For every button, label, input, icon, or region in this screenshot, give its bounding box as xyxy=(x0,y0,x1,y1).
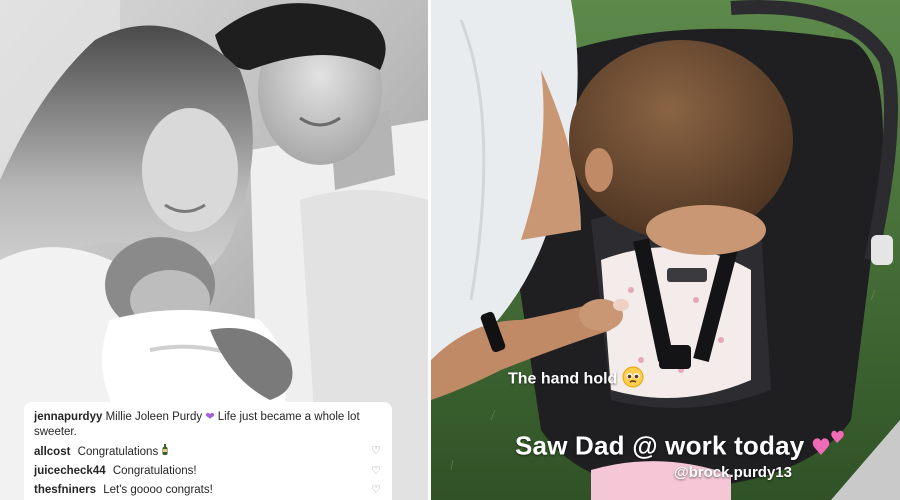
comment-row: thesfniners Let's goooo congrats! ♡ xyxy=(34,483,382,498)
comment-text: Congratulations xyxy=(77,446,159,458)
two-hearts-icon xyxy=(812,428,846,467)
mention-tag[interactable]: @brock.purdy13 xyxy=(674,464,792,481)
heart-outline-icon[interactable]: ♡ xyxy=(370,483,382,498)
comment-row: allcost Congratulations ♡ xyxy=(34,444,382,460)
comment-first-text: jennapurdyy Millie Joleen Purdy ❤ Life j… xyxy=(34,410,382,440)
right-story-panel xyxy=(431,0,900,500)
purple-heart-icon: ❤ xyxy=(205,411,215,423)
story-caption-work: Saw Dad @ work today xyxy=(515,428,846,467)
comment-card: jennapurdyy Millie Joleen Purdy ❤ Life j… xyxy=(24,402,392,500)
comment-row: juicecheck44 Congratulations! ♡ xyxy=(34,464,382,479)
story-caption-hand-hold: The hand hold xyxy=(508,366,644,393)
comment-first-message: Millie Joleen Purdy xyxy=(105,411,203,423)
bottle-icon xyxy=(161,444,169,458)
caption-text: Saw Dad @ work today xyxy=(515,430,805,461)
comment-user[interactable]: allcost xyxy=(34,446,70,458)
comment-user[interactable]: thesfniners xyxy=(34,484,96,496)
heart-outline-icon[interactable]: ♡ xyxy=(370,444,382,459)
comment-first: jennapurdyy Millie Joleen Purdy ❤ Life j… xyxy=(34,410,382,440)
comment-user[interactable]: juicecheck44 xyxy=(34,465,106,477)
pleading-face-icon xyxy=(622,366,644,393)
comment-text: Let's goooo congrats! xyxy=(103,484,213,496)
dad-with-baby-photo xyxy=(431,0,900,500)
photo-collage: jennapurdyy Millie Joleen Purdy ❤ Life j… xyxy=(0,0,900,500)
caption-text: The hand hold xyxy=(508,370,618,388)
comment-first-user[interactable]: jennapurdyy xyxy=(34,411,102,423)
left-photo-panel: jennapurdyy Millie Joleen Purdy ❤ Life j… xyxy=(0,0,428,500)
comment-text: Congratulations! xyxy=(112,465,197,477)
heart-outline-icon[interactable]: ♡ xyxy=(370,464,382,479)
